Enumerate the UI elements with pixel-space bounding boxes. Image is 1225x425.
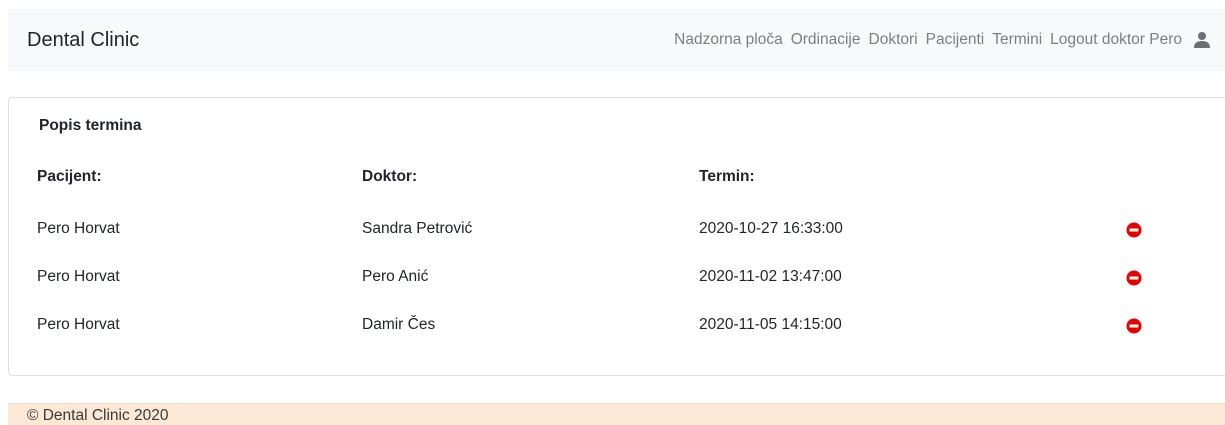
nav-link-pacijenti[interactable]: Pacijenti bbox=[926, 31, 985, 49]
cell-appointment: 2020-10-27 16:33:00 bbox=[699, 220, 843, 237]
appointments-card: Popis termina Pacijent: Doktor: Termin: … bbox=[8, 97, 1225, 376]
table-row: Pero Horvat Damir Čes 2020-11-05 14:15:0… bbox=[9, 303, 1225, 351]
cell-doctor: Sandra Petrović bbox=[362, 220, 473, 237]
nav-link-ordinacije[interactable]: Ordinacije bbox=[791, 31, 861, 49]
cell-doctor: Pero Anić bbox=[362, 268, 429, 285]
nav-link-doktori[interactable]: Doktori bbox=[869, 31, 918, 49]
minus-circle-icon[interactable] bbox=[1126, 318, 1142, 334]
nav-link-nadzorna-ploca[interactable]: Nadzorna ploča bbox=[674, 31, 783, 49]
user-icon[interactable] bbox=[1193, 31, 1211, 49]
cell-patient: Pero Horvat bbox=[37, 220, 120, 237]
table-row: Pero Horvat Pero Anić 2020-11-02 13:47:0… bbox=[9, 255, 1225, 303]
nav-links: Nadzorna ploča Ordinacije Doktori Pacije… bbox=[666, 31, 1211, 49]
cell-appointment: 2020-11-02 13:47:00 bbox=[699, 268, 842, 285]
header-doctor: Doktor: bbox=[362, 168, 418, 185]
header-appointment: Termin: bbox=[699, 168, 755, 185]
cell-appointment: 2020-11-05 14:15:00 bbox=[699, 316, 842, 333]
nav-link-termini[interactable]: Termini bbox=[992, 31, 1042, 49]
footer: © Dental Clinic 2020 bbox=[8, 403, 1225, 425]
cell-doctor: Damir Čes bbox=[362, 316, 436, 333]
header-patient: Pacijent: bbox=[37, 168, 102, 185]
table-row: Pero Horvat Sandra Petrović 2020-10-27 1… bbox=[9, 207, 1225, 255]
nav-link-logout[interactable]: Logout doktor Pero bbox=[1050, 31, 1182, 49]
navbar: Dental Clinic Nadzorna ploča Ordinacije … bbox=[8, 9, 1225, 71]
minus-circle-icon[interactable] bbox=[1126, 222, 1142, 238]
footer-text: © Dental Clinic 2020 bbox=[27, 407, 169, 424]
cell-patient: Pero Horvat bbox=[37, 316, 120, 333]
minus-circle-icon[interactable] bbox=[1126, 270, 1142, 286]
cell-patient: Pero Horvat bbox=[37, 268, 120, 285]
brand-link[interactable]: Dental Clinic bbox=[27, 29, 139, 52]
card-title: Popis termina bbox=[39, 117, 142, 134]
